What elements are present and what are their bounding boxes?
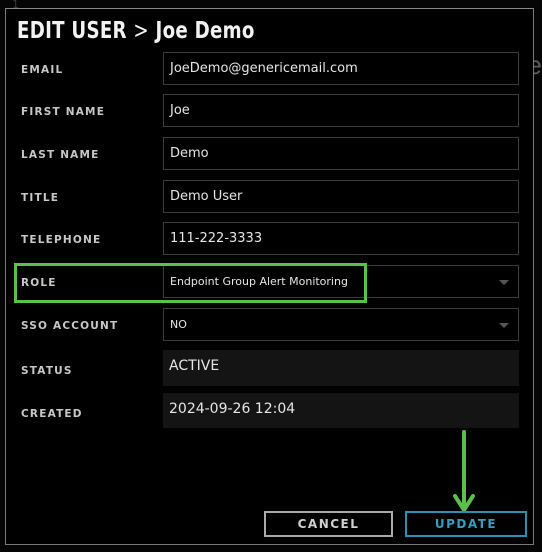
sso-account-select[interactable]: NO <box>163 308 519 341</box>
email-label: EMAIL <box>21 64 64 76</box>
last-name-input[interactable]: Demo <box>163 137 519 170</box>
chevron-down-icon[interactable] <box>499 323 509 328</box>
arrow-down-icon <box>453 430 475 512</box>
email-input[interactable]: JoeDemo@genericemail.com <box>163 52 519 85</box>
last-name-label: LAST NAME <box>21 149 100 161</box>
created-label: CREATED <box>21 408 83 420</box>
title-input[interactable]: Demo User <box>163 180 519 213</box>
chevron-right-icon: > <box>133 18 149 44</box>
dialog-title: EDIT USER > Joe Demo <box>17 18 255 44</box>
status-label: STATUS <box>21 365 73 377</box>
role-highlight-annotation <box>14 263 367 303</box>
cancel-button[interactable]: CANCEL <box>264 511 393 537</box>
sso-account-select-value: NO <box>170 318 187 331</box>
first-name-row: FIRST NAME Joe <box>6 94 533 128</box>
title-label: TITLE <box>21 192 60 204</box>
first-name-input[interactable]: Joe <box>163 94 519 127</box>
sso-account-row: SSO ACCOUNT NO <box>6 308 533 342</box>
status-value: ACTIVE <box>163 350 519 386</box>
created-value: 2024-09-26 12:04 <box>163 393 519 428</box>
telephone-label: TELEPHONE <box>21 234 102 246</box>
created-row: CREATED 2024-09-26 12:04 <box>6 393 533 428</box>
status-row: STATUS ACTIVE <box>6 350 533 386</box>
telephone-input[interactable]: 111-222-3333 <box>163 222 519 255</box>
title-prefix: EDIT USER <box>17 18 127 44</box>
sso-account-label: SSO ACCOUNT <box>21 320 119 332</box>
first-name-label: FIRST NAME <box>21 106 106 118</box>
last-name-row: LAST NAME Demo <box>6 137 533 171</box>
update-button[interactable]: UPDATE <box>405 511 527 537</box>
edit-user-dialog: EDIT USER > Joe Demo EMAIL JoeDemo@gener… <box>5 8 534 545</box>
chevron-down-icon[interactable] <box>499 280 509 285</box>
email-row: EMAIL JoeDemo@genericemail.com <box>6 52 533 86</box>
title-user-name: Joe Demo <box>155 18 255 44</box>
title-row: TITLE Demo User <box>6 180 533 214</box>
telephone-row: TELEPHONE 111-222-3333 <box>6 222 533 256</box>
